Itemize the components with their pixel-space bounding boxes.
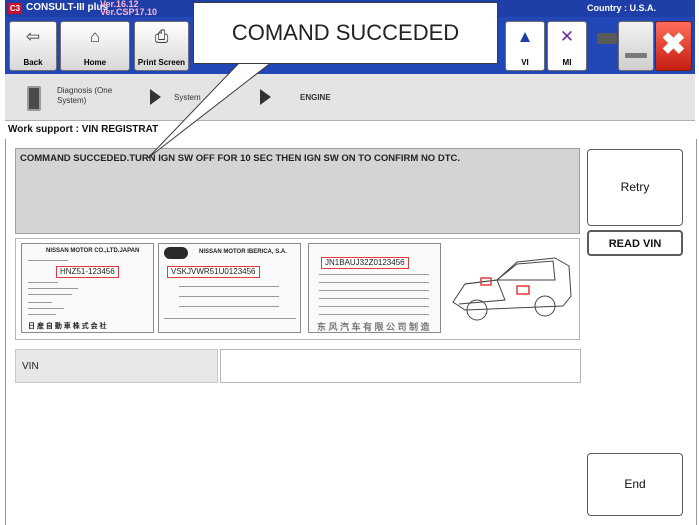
callout-label: COMAND SUCCEDED: [193, 2, 498, 64]
callout-pointer: [147, 61, 274, 159]
